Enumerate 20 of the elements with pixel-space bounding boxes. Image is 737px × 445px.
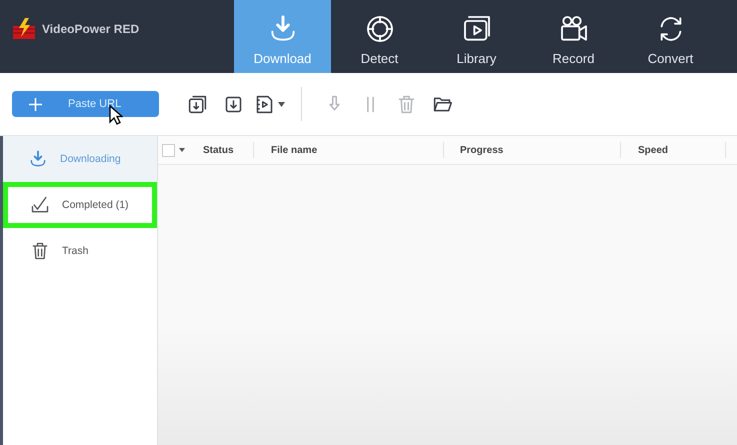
sidebar-item[interactable]: Trash (3, 228, 157, 274)
check-icon (30, 195, 50, 215)
caret-icon[interactable] (278, 102, 284, 106)
download-icon (28, 149, 48, 169)
plus-icon (28, 98, 42, 110)
trash-icon (30, 241, 50, 261)
column-header[interactable]: Status (203, 142, 253, 158)
stacked-download-icon[interactable] (186, 94, 208, 114)
caret-icon[interactable] (179, 148, 185, 152)
nav-tab[interactable]: Record (525, 0, 622, 73)
column-header[interactable]: Progress (443, 142, 620, 158)
nav-tab[interactable]: Library (428, 0, 525, 73)
column-header[interactable]: File name (253, 142, 443, 158)
app-title: VideoPower RED (42, 22, 140, 36)
nav-tab[interactable]: Detect (331, 0, 428, 73)
sidebar-item[interactable]: Completed (1) (3, 182, 157, 228)
nav-tab[interactable]: Convert (622, 0, 719, 73)
select-all-checkbox[interactable] (162, 144, 175, 156)
column-header[interactable]: Speed (620, 142, 726, 158)
logo-icon (12, 18, 36, 40)
